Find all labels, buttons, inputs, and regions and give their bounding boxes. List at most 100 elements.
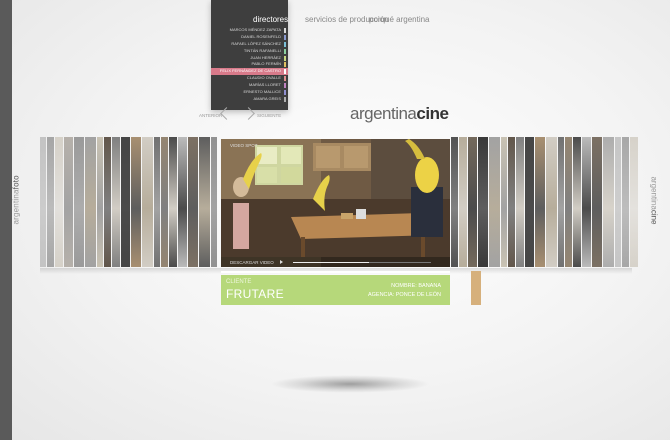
film-slice[interactable] xyxy=(104,137,111,267)
film-slice[interactable] xyxy=(142,137,153,267)
director-name: Amara Greis xyxy=(253,95,281,101)
left-dark-strip xyxy=(0,0,12,440)
prev-link[interactable]: anterior xyxy=(199,113,222,118)
film-slice[interactable] xyxy=(97,137,103,267)
film-slice[interactable] xyxy=(199,137,210,267)
film-slice[interactable] xyxy=(615,137,621,267)
film-slice[interactable] xyxy=(121,137,130,267)
side-right-light: argentina xyxy=(649,176,659,210)
film-slice[interactable] xyxy=(161,137,168,267)
director-name: Daniel Rosenfeld xyxy=(241,33,281,39)
side-right-bold: cine xyxy=(649,209,659,225)
film-slice[interactable] xyxy=(573,137,581,267)
agency-name: agencia: ponce de león xyxy=(367,292,441,298)
director-name: Juan Herráez xyxy=(250,54,281,60)
film-slice[interactable] xyxy=(85,137,96,267)
film-slice[interactable] xyxy=(451,137,458,267)
director-name: Tintán Rafanelli xyxy=(243,47,281,53)
progress-track[interactable] xyxy=(293,261,431,263)
director-item[interactable]: Claudio Ovalle xyxy=(211,75,288,82)
video-player[interactable]: video spot descargar video xyxy=(221,139,450,267)
film-slice[interactable] xyxy=(40,137,46,267)
film-slice[interactable] xyxy=(47,137,54,267)
logo: argentinacine xyxy=(350,104,449,124)
film-slice[interactable] xyxy=(74,137,84,267)
film-slice[interactable] xyxy=(178,137,187,267)
side-left-light: argentina xyxy=(11,189,21,225)
film-slice[interactable] xyxy=(592,137,602,267)
film-slice[interactable] xyxy=(169,137,177,267)
director-item[interactable]: Tintán Rafanelli xyxy=(211,48,288,55)
director-name: Marcos Méndez Zapata xyxy=(229,27,281,32)
download-video-link[interactable]: descargar video xyxy=(230,260,274,265)
film-slice[interactable] xyxy=(459,137,467,267)
director-item[interactable]: Felix Fernández de Castro xyxy=(211,68,288,76)
nav-why-argentina[interactable]: porqué argentina xyxy=(369,15,430,24)
client-info-panel: cliente frutare nombre: banana agencia: … xyxy=(221,275,450,305)
progress-fill xyxy=(293,261,369,263)
video-controls: descargar video xyxy=(221,257,450,267)
play-icon[interactable] xyxy=(280,260,283,264)
director-name: Rafael López Sánchez xyxy=(231,40,281,46)
director-color-bar xyxy=(284,69,286,75)
film-slice[interactable] xyxy=(535,137,545,267)
director-name: Ernesto Mallice xyxy=(243,89,282,95)
video-frame xyxy=(221,139,450,267)
film-slice[interactable] xyxy=(516,137,524,267)
director-color-bar xyxy=(284,90,286,96)
film-slice[interactable] xyxy=(64,137,73,267)
floor-shadow xyxy=(270,375,430,393)
film-slice[interactable] xyxy=(131,137,141,267)
film-slice[interactable] xyxy=(622,137,629,267)
divider-line xyxy=(221,271,450,273)
film-slice[interactable] xyxy=(546,137,557,267)
argentinafoto-side-link[interactable]: argentinafoto xyxy=(11,165,21,225)
video-spot-label: video spot xyxy=(230,143,258,148)
film-slice[interactable] xyxy=(603,137,614,267)
film-slice[interactable] xyxy=(630,137,638,267)
spot-name: nombre: banana xyxy=(391,283,441,289)
film-slice[interactable] xyxy=(211,137,217,267)
director-color-bar xyxy=(284,28,286,33)
argentinacine-side-link[interactable]: argentinacine xyxy=(649,165,659,225)
director-item[interactable]: Pablo Fermín xyxy=(211,61,288,68)
film-slice[interactable] xyxy=(478,137,488,267)
director-name: Pablo Fermín xyxy=(251,61,282,67)
nav-directors[interactable]: directores xyxy=(253,15,288,24)
director-item[interactable]: Daniel Rosenfeld xyxy=(211,34,288,41)
director-item[interactable]: Rafael López Sánchez xyxy=(211,41,288,48)
logo-bold: cine xyxy=(416,104,449,123)
film-slice[interactable] xyxy=(508,137,515,267)
film-slice[interactable] xyxy=(582,137,591,267)
film-slice[interactable] xyxy=(525,137,534,267)
director-color-bar xyxy=(284,48,286,54)
film-slice[interactable] xyxy=(188,137,198,267)
client-label: cliente xyxy=(226,279,252,285)
director-item[interactable]: Ernesto Mallice xyxy=(211,89,288,96)
film-slice[interactable] xyxy=(468,137,477,267)
director-name: Marías Lloret xyxy=(248,82,281,88)
side-left-bold: foto xyxy=(11,175,21,190)
film-slice[interactable] xyxy=(558,137,564,267)
director-item[interactable]: Juan Herráez xyxy=(211,55,288,62)
accent-bar xyxy=(471,271,481,305)
director-item[interactable]: Marcos Méndez Zapata xyxy=(211,27,288,34)
director-name: Claudio Ovalle xyxy=(246,75,281,81)
director-color-bar xyxy=(284,55,286,61)
director-color-bar xyxy=(284,62,286,68)
film-slice[interactable] xyxy=(112,137,120,267)
client-name: frutare xyxy=(226,287,284,301)
film-slice[interactable] xyxy=(55,137,63,267)
next-link[interactable]: siguiente xyxy=(257,113,281,118)
film-slice[interactable] xyxy=(154,137,160,267)
director-name: Felix Fernández de Castro xyxy=(219,68,281,74)
film-slice[interactable] xyxy=(489,137,500,267)
film-slice[interactable] xyxy=(565,137,572,267)
director-item[interactable]: Marías Lloret xyxy=(211,82,288,89)
logo-light: argentina xyxy=(350,104,417,123)
director-color-bar xyxy=(284,76,286,82)
director-color-bar xyxy=(284,34,286,40)
director-item[interactable]: Amara Greis xyxy=(211,96,288,103)
director-color-bar xyxy=(284,41,286,47)
film-slice[interactable] xyxy=(501,137,507,267)
